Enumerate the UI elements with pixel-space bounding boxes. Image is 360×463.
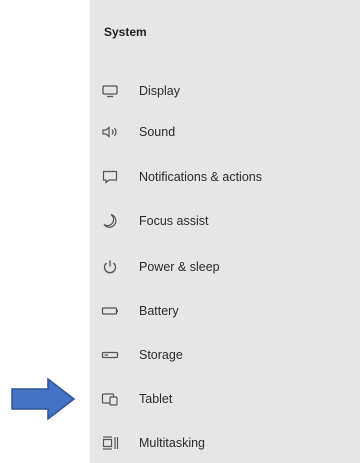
display-icon xyxy=(99,80,121,102)
sidebar-item-tablet[interactable]: Tablet xyxy=(90,384,360,414)
sidebar-item-notifications[interactable]: Notifications & actions xyxy=(90,162,360,192)
settings-sidebar: System Display Sound Notifications & act… xyxy=(90,0,360,463)
sidebar-item-focus-assist[interactable]: Focus assist xyxy=(90,206,360,236)
sound-icon xyxy=(99,121,121,143)
multitasking-icon xyxy=(99,432,121,454)
sidebar-item-label: Notifications & actions xyxy=(139,170,262,184)
sidebar-item-label: Multitasking xyxy=(139,436,205,450)
sidebar-item-multitasking[interactable]: Multitasking xyxy=(90,428,360,458)
sidebar-item-sound[interactable]: Sound xyxy=(90,117,360,147)
sidebar-item-label: Focus assist xyxy=(139,214,209,228)
section-title: System xyxy=(104,25,147,39)
focus-assist-icon xyxy=(99,210,121,232)
storage-icon xyxy=(99,344,121,366)
sidebar-item-storage[interactable]: Storage xyxy=(90,340,360,370)
notifications-icon xyxy=(99,166,121,188)
pointer-arrow-icon xyxy=(11,377,76,421)
sidebar-item-label: Battery xyxy=(139,304,179,318)
tablet-icon xyxy=(99,388,121,410)
sidebar-item-label: Power & sleep xyxy=(139,260,220,274)
sidebar-item-battery[interactable]: Battery xyxy=(90,296,360,326)
sidebar-item-label: Display xyxy=(139,84,180,98)
power-icon xyxy=(99,256,121,278)
sidebar-item-display[interactable]: Display xyxy=(90,76,360,106)
sidebar-item-power-sleep[interactable]: Power & sleep xyxy=(90,252,360,282)
sidebar-item-label: Tablet xyxy=(139,392,173,406)
battery-icon xyxy=(99,300,121,322)
sidebar-item-label: Storage xyxy=(139,348,183,362)
sidebar-item-label: Sound xyxy=(139,125,176,139)
